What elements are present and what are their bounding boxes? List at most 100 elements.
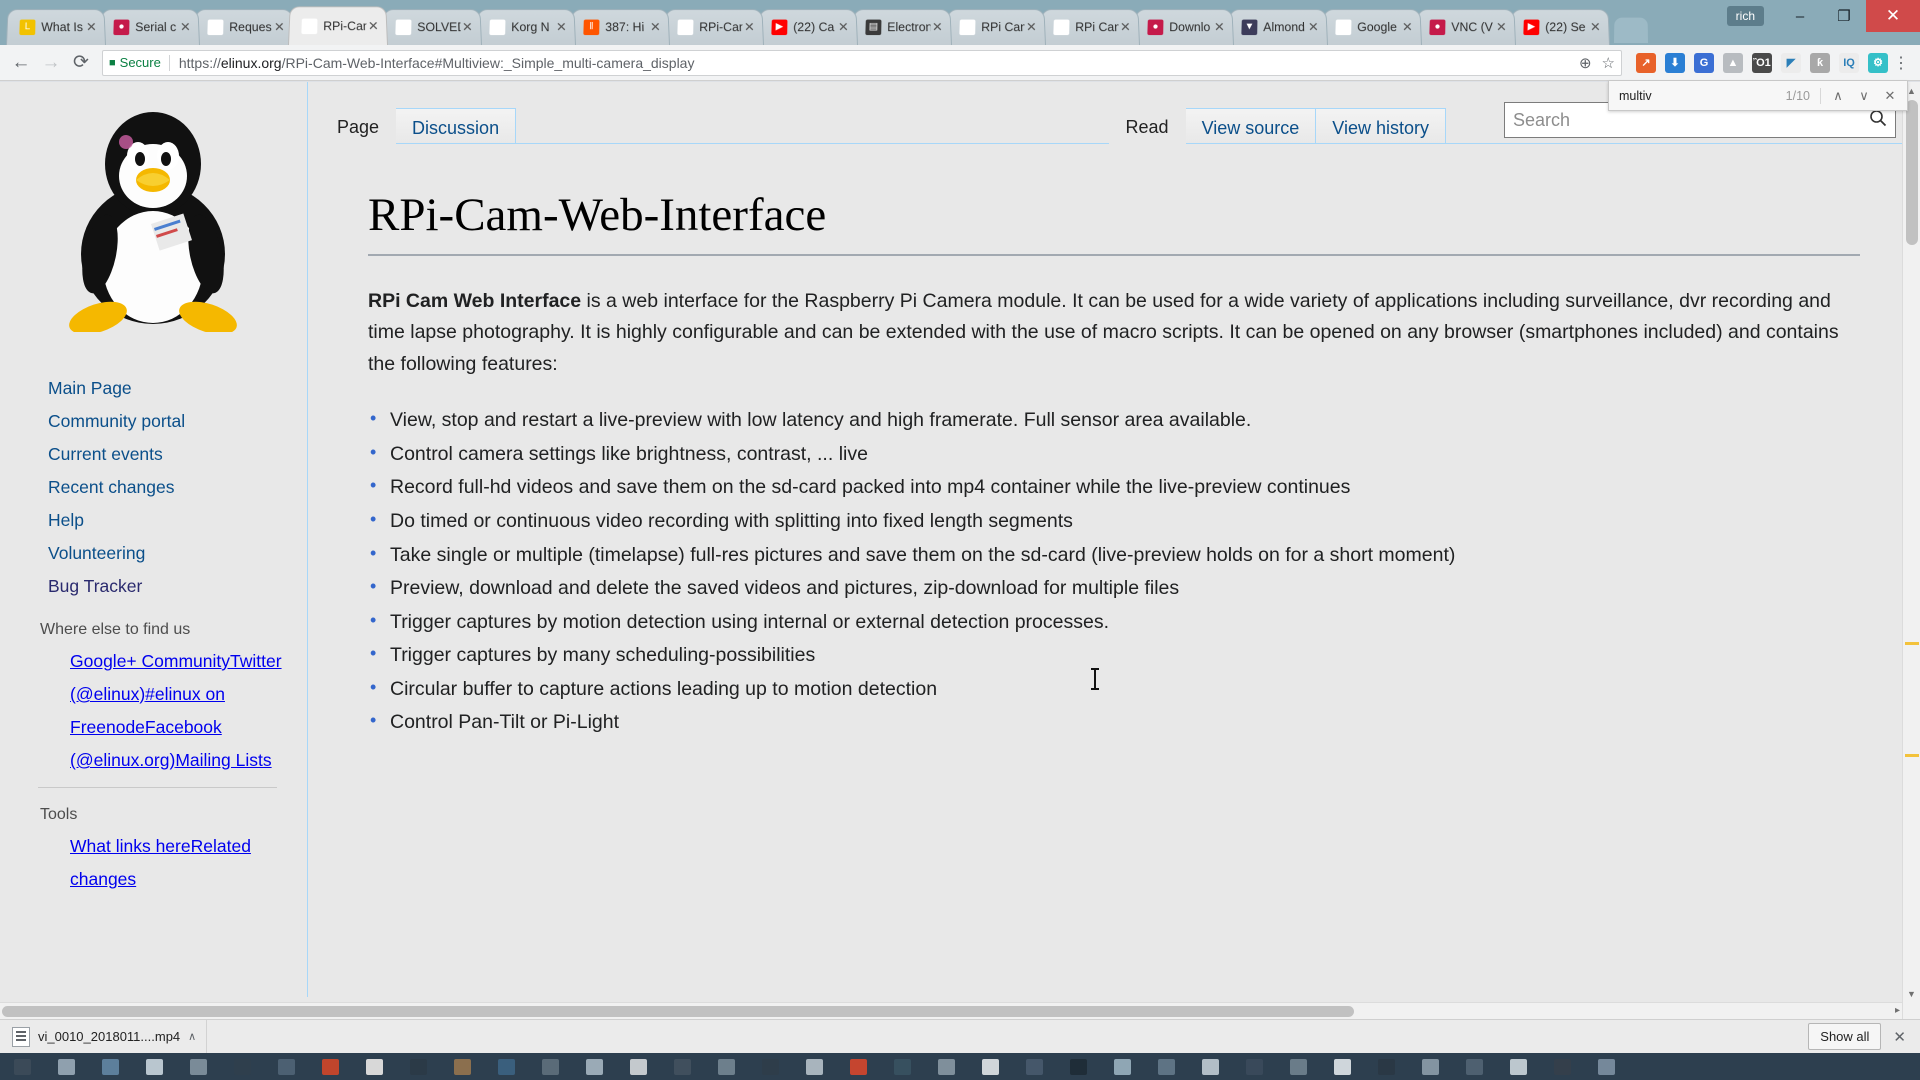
taskbar-item[interactable] [704, 1053, 748, 1080]
close-icon[interactable]: ✕ [648, 20, 662, 35]
back-button[interactable]: ← [6, 48, 36, 78]
taskbar-item[interactable] [1144, 1053, 1188, 1080]
forward-button[interactable]: → [36, 48, 66, 78]
vertical-scrollbar[interactable]: ▲ ▼ [1902, 82, 1920, 1019]
download-item[interactable]: vi_0010_2018011....mp4 ∧ [8, 1019, 208, 1054]
zoom-icon[interactable]: ⊕ [1579, 54, 1592, 72]
browser-tab[interactable]: □ SOLVED ✕ [382, 9, 482, 46]
iq-extension-icon[interactable]: IQ [1839, 52, 1859, 73]
window-restore-button[interactable]: ❐ [1822, 0, 1866, 32]
taskbar-item[interactable] [440, 1053, 484, 1080]
taskbar-item[interactable] [1408, 1053, 1452, 1080]
close-icon[interactable]: ✕ [272, 20, 286, 35]
bookmark-star-icon[interactable]: ☆ [1602, 54, 1615, 72]
vertical-scrollbar-thumb[interactable] [1906, 100, 1918, 245]
browser-tab[interactable]: ● Downlo ✕ [1134, 9, 1234, 46]
browser-tab[interactable]: ● VNC (V ✕ [1416, 9, 1516, 46]
taskbar-item[interactable] [572, 1053, 616, 1080]
close-icon[interactable]: ✕ [1494, 20, 1508, 35]
find-previous-button[interactable]: ∧ [1825, 88, 1851, 104]
taskbar-item[interactable] [220, 1053, 264, 1080]
sidebar-link[interactable]: Recent changes [48, 471, 307, 504]
close-icon[interactable]: ✕ [1212, 20, 1226, 35]
wiki-tab-discussion[interactable]: Discussion [395, 108, 517, 144]
taskbar-item[interactable] [1584, 1053, 1628, 1080]
taskbar-item[interactable] [748, 1053, 792, 1080]
new-tab-button[interactable] [1614, 17, 1648, 43]
taskbar-item[interactable] [484, 1053, 528, 1080]
close-icon[interactable]: ✕ [836, 20, 850, 35]
lightbulb-extension-icon[interactable]: Ὂ1 [1752, 52, 1772, 73]
sidebar-link[interactable]: Help [48, 504, 307, 537]
taskbar-item[interactable] [1056, 1053, 1100, 1080]
analytics-extension-icon[interactable]: ↗ [1636, 52, 1656, 73]
taskbar-item[interactable] [132, 1053, 176, 1080]
sidebar-link[interactable]: Main Page [48, 372, 307, 405]
close-icon[interactable]: ✕ [554, 20, 568, 35]
close-icon[interactable]: ✕ [84, 20, 98, 35]
wiki-tab-read[interactable]: Read [1108, 107, 1186, 144]
taskbar-item[interactable] [528, 1053, 572, 1080]
reload-button[interactable]: ⟳ [66, 48, 96, 78]
taskbar-item[interactable] [264, 1053, 308, 1080]
taskbar-item[interactable] [1320, 1053, 1364, 1080]
browser-tab[interactable]: ● Serial c ✕ [100, 9, 200, 46]
wiki-tab-view-source[interactable]: View source [1184, 108, 1317, 144]
browser-tab[interactable]: ▶ (22) Ca ✕ [758, 9, 858, 46]
browser-tab[interactable]: ◆ Korg N ✕ [476, 9, 576, 46]
chevron-up-icon[interactable]: ∧ [188, 1030, 196, 1043]
taskbar-item[interactable] [1012, 1053, 1056, 1080]
google-translate-icon[interactable]: G [1694, 52, 1714, 73]
chrome-menu-button[interactable]: ⋮ [1888, 53, 1914, 73]
browser-tab[interactable]: ▶ (22) Se ✕ [1510, 9, 1610, 46]
scroll-down-arrow-icon[interactable]: ▼ [1903, 985, 1920, 1002]
browser-tab[interactable]: ● RPi-Cam ✕ [288, 6, 388, 46]
find-input[interactable]: multiv [1619, 89, 1786, 103]
download-extension-icon[interactable]: ⬇ [1665, 52, 1685, 73]
sidebar-link[interactable]: Community portal [48, 405, 307, 438]
close-icon[interactable]: ✕ [1400, 20, 1414, 35]
close-icon[interactable]: ✕ [178, 20, 192, 35]
taskbar-item[interactable] [1276, 1053, 1320, 1080]
wiki-tab-page[interactable]: Page [320, 107, 397, 144]
close-icon[interactable]: ✕ [1588, 20, 1602, 35]
sidebar-link[interactable]: Volunteering [48, 537, 307, 570]
taskbar-item[interactable] [0, 1053, 44, 1080]
browser-tab[interactable]: ● Reques ✕ [194, 9, 294, 46]
window-minimize-button[interactable]: – [1778, 0, 1822, 32]
browser-tab[interactable]: □ RPi Cam ✕ [946, 9, 1046, 46]
browser-tab[interactable]: G Google ✕ [1322, 9, 1422, 46]
taskbar-item[interactable] [1452, 1053, 1496, 1080]
find-next-button[interactable]: ∨ [1851, 88, 1877, 104]
taskbar-item[interactable] [880, 1053, 924, 1080]
close-icon[interactable]: ✕ [1118, 20, 1132, 35]
taskbar-item[interactable] [1188, 1053, 1232, 1080]
drive-extension-icon[interactable]: ▲ [1723, 52, 1743, 73]
find-close-button[interactable]: ✕ [1877, 88, 1903, 104]
ghostery-extension-icon[interactable]: ƙ [1810, 52, 1830, 73]
taskbar-item[interactable] [1496, 1053, 1540, 1080]
taskbar-item[interactable] [1100, 1053, 1144, 1080]
taskbar-item[interactable] [176, 1053, 220, 1080]
sidebar-link[interactable]: Mailing Lists [175, 750, 271, 770]
browser-tab[interactable]: □ RPi Cam ✕ [1040, 9, 1140, 46]
browser-tab[interactable]: ▤ Electron ✕ [852, 9, 952, 46]
show-all-downloads-button[interactable]: Show all [1808, 1023, 1882, 1050]
taskbar-item[interactable] [836, 1053, 880, 1080]
taskbar-item[interactable] [396, 1053, 440, 1080]
taskbar-item[interactable] [308, 1053, 352, 1080]
horizontal-scrollbar-thumb[interactable] [2, 1006, 1354, 1017]
cast-icon[interactable]: ◤ [1781, 52, 1801, 73]
taskbar-item[interactable] [44, 1053, 88, 1080]
close-icon[interactable]: ✕ [930, 20, 944, 35]
taskbar-item[interactable] [1540, 1053, 1584, 1080]
wiki-search-input[interactable]: Search [1513, 110, 1570, 131]
close-icon[interactable]: ✕ [1024, 20, 1038, 35]
browser-tab[interactable]: ▼ Almond ✕ [1228, 9, 1328, 46]
close-icon[interactable]: ✕ [742, 20, 756, 35]
user-profile-chip[interactable]: rich [1726, 6, 1764, 26]
taskbar-item[interactable] [924, 1053, 968, 1080]
taskbar-item[interactable] [88, 1053, 132, 1080]
site-logo[interactable] [0, 96, 307, 372]
taskbar-item[interactable] [660, 1053, 704, 1080]
